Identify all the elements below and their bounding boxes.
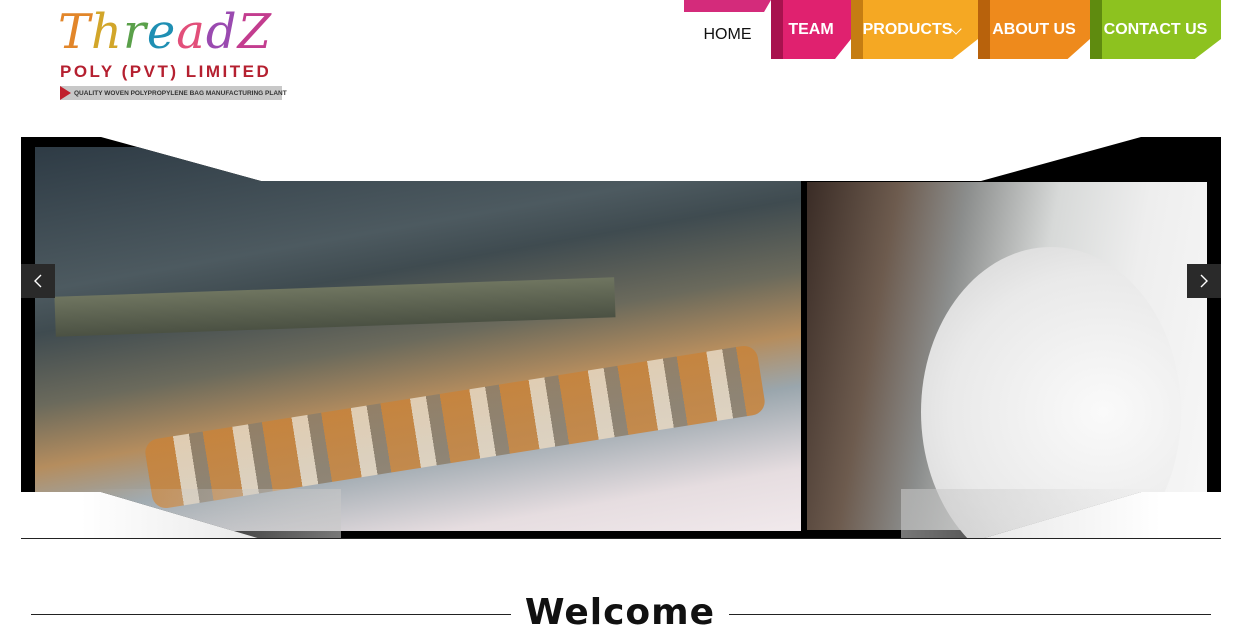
- machine-rollers: [143, 343, 767, 511]
- logo-letter: h: [91, 4, 123, 60]
- slider-frame: [21, 137, 1221, 539]
- main-nav: HOME TEAM PRODUCTS ABOUT US CONTACT US: [684, 0, 1221, 59]
- welcome-rule-left: [31, 614, 511, 615]
- nav-team-strip: [771, 0, 783, 59]
- chevron-left-icon: [34, 274, 42, 288]
- slide-image-machinery: [35, 147, 801, 531]
- logo-letter: Z: [237, 4, 273, 60]
- active-indicator: [684, 0, 771, 12]
- nav-contact-label: CONTACT US: [1103, 20, 1208, 38]
- nav-team-label: TEAM: [788, 20, 834, 38]
- logo-letter: r: [122, 4, 147, 60]
- nav-products-label: PRODUCTS: [862, 20, 953, 38]
- section-divider: [21, 538, 1221, 539]
- nav-about-label: ABOUT US: [992, 20, 1076, 38]
- nav-home[interactable]: HOME: [684, 0, 771, 59]
- machine-bar: [54, 277, 616, 337]
- slider-prev-button[interactable]: [21, 264, 55, 298]
- slider-shadow-left: [81, 489, 341, 539]
- logo-tagline: QUALITY WOVEN POLYPROPYLENE BAG MANUFACT…: [60, 86, 287, 100]
- slider-shadow-right: [901, 489, 1161, 539]
- logo-tagline-text: QUALITY WOVEN POLYPROPYLENE BAG MANUFACT…: [74, 89, 287, 97]
- logo-letter: T: [58, 4, 92, 60]
- nav-home-label: HOME: [703, 25, 752, 43]
- logo-letter: a: [176, 4, 206, 60]
- nav-about[interactable]: ABOUT US: [978, 0, 1090, 59]
- nav-team[interactable]: TEAM: [771, 0, 851, 59]
- nav-contact-strip: [1090, 0, 1102, 59]
- logo-letter: d: [205, 4, 238, 60]
- hero-slider: [21, 137, 1221, 539]
- logo-subtitle: POLY (PVT) LIMITED: [60, 62, 272, 81]
- nav-contact[interactable]: CONTACT US: [1090, 0, 1221, 59]
- logo-letter: e: [146, 4, 177, 60]
- nav-about-strip: [978, 0, 990, 59]
- site-logo[interactable]: ThreadZ POLY (PVT) LIMITED QUALITY WOVEN…: [58, 4, 288, 100]
- chevron-right-icon: [1200, 274, 1208, 288]
- welcome-heading: Welcome: [524, 592, 716, 633]
- welcome-rule-right: [729, 614, 1211, 615]
- nav-products-strip: [851, 0, 863, 59]
- play-triangle-icon: [60, 86, 71, 100]
- logo-wordmark: ThreadZ: [58, 4, 272, 60]
- slider-next-button[interactable]: [1187, 264, 1221, 298]
- nav-products[interactable]: PRODUCTS: [851, 0, 978, 59]
